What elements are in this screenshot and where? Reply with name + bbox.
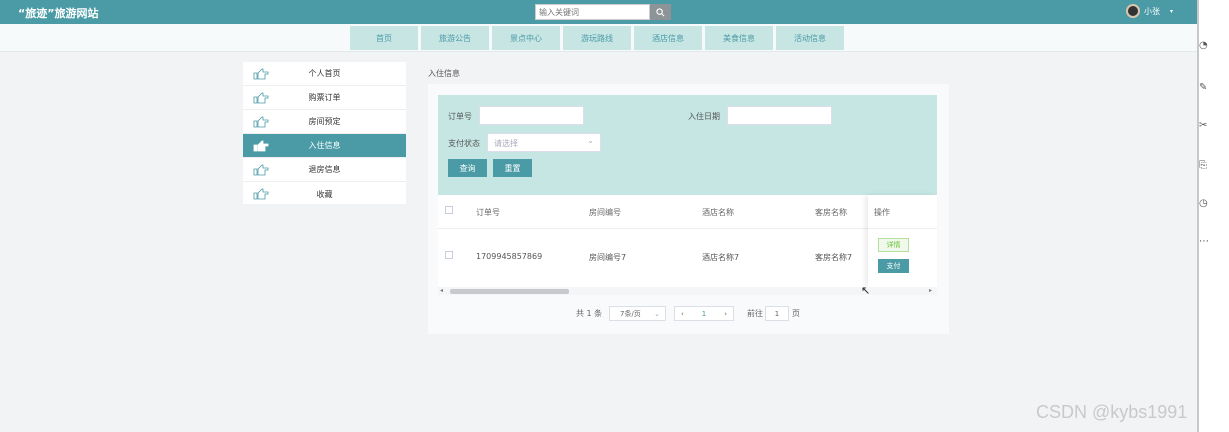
- column-header-order: 订单号: [476, 208, 500, 217]
- goto-label: 前往: [747, 309, 763, 318]
- sidebar-item-label: 收藏: [316, 189, 333, 199]
- nav-item-events[interactable]: 活动信息: [776, 26, 844, 50]
- breadcrumb: 入住信息: [428, 69, 460, 78]
- query-button[interactable]: 查询: [448, 159, 487, 177]
- sidebar-item-checkout-info[interactable]: 退房信息: [243, 158, 406, 182]
- nav-item-announcements[interactable]: 旅游公告: [421, 26, 489, 50]
- cell-hotel-name: 酒店名称7: [702, 253, 740, 262]
- operation-column: 操作 详情 支付: [868, 195, 937, 287]
- column-header-hotel: 酒店名称: [702, 208, 734, 217]
- nav-item-home[interactable]: 首页: [350, 26, 418, 50]
- divider: [868, 228, 937, 229]
- sidebar-item-ticket-orders[interactable]: 购票订单: [243, 86, 406, 110]
- order-no-input[interactable]: [479, 106, 584, 125]
- nav-item-food[interactable]: 美食信息: [705, 26, 773, 50]
- column-header-operation: 操作: [874, 208, 890, 217]
- search-button[interactable]: [650, 4, 671, 20]
- pay-status-label: 支付状态: [448, 139, 480, 148]
- search-input[interactable]: [535, 4, 650, 20]
- detail-button[interactable]: 详情: [878, 238, 909, 252]
- cell-order-no: 1709945857869: [476, 252, 543, 261]
- pay-status-placeholder: 请选择: [494, 139, 518, 148]
- nav-item-hotels[interactable]: 酒店信息: [634, 26, 702, 50]
- main-nav: 首页 旅游公告 景点中心 游玩路线 酒店信息 美食信息 活动信息: [0, 24, 1197, 52]
- column-header-room-no: 房间编号: [589, 208, 621, 217]
- next-page-icon[interactable]: ›: [724, 310, 727, 318]
- content-panel: 订单号 入住日期 支付状态 请选择 ⌄ 查询 重置 订单号 房间编号 酒店名称 …: [428, 84, 949, 334]
- pay-status-select[interactable]: 请选择 ⌄: [487, 133, 601, 152]
- page-size-value: 7条/页: [620, 309, 641, 318]
- sidebar-item-favorites[interactable]: 收藏: [243, 182, 406, 206]
- column-header-room-name: 客房名称: [815, 208, 847, 217]
- browser-side-toolbar: [1197, 0, 1229, 432]
- search-icon: [656, 7, 665, 16]
- more-icon[interactable]: ⋯: [1199, 236, 1209, 247]
- total-count: 共 1 条: [576, 309, 603, 318]
- checkin-table: 订单号 房间编号 酒店名称 客房名称 1709945857869 房间编号7 酒…: [438, 195, 937, 295]
- scroll-right-icon[interactable]: ▸: [929, 287, 932, 294]
- clipboard-icon[interactable]: ⎘: [1199, 160, 1207, 171]
- chevron-down-icon: ⌄: [654, 309, 660, 318]
- scrollbar-thumb[interactable]: [450, 289, 569, 294]
- page-unit-label: 页: [792, 309, 800, 318]
- prev-page-icon[interactable]: ‹: [681, 310, 684, 318]
- scroll-left-icon[interactable]: ◂: [440, 287, 443, 294]
- filter-form: 订单号 入住日期 支付状态 请选择 ⌄ 查询 重置: [438, 95, 937, 195]
- cell-room-no: 房间编号7: [589, 253, 627, 262]
- site-logo[interactable]: “旅迹”旅游网站: [18, 5, 98, 21]
- watermark: CSDN @kybs1991: [1036, 402, 1188, 422]
- checkin-date-label: 入住日期: [688, 112, 720, 121]
- divider: [438, 228, 937, 229]
- current-page[interactable]: 1: [702, 310, 706, 318]
- row-checkbox[interactable]: [445, 251, 453, 259]
- scissors-icon[interactable]: ✂: [1199, 120, 1207, 131]
- edit-icon[interactable]: ✎: [1199, 82, 1207, 93]
- sidebar-item-label: 入住信息: [308, 141, 341, 150]
- page-size-select[interactable]: 7条/页 ⌄: [609, 306, 666, 321]
- order-no-label: 订单号: [448, 112, 472, 121]
- goto-page-input[interactable]: 1: [765, 306, 789, 321]
- user-name: 小张: [1144, 6, 1160, 16]
- chevron-down-icon: ⌄: [587, 136, 594, 145]
- checkin-date-input[interactable]: [727, 106, 832, 125]
- history-icon[interactable]: ◷: [1199, 198, 1208, 209]
- app-page: “旅迹”旅游网站 小张 ▾ 首页 旅游公告 景点中心 游玩路线 酒店信息 美食信…: [0, 0, 1197, 432]
- avatar[interactable]: [1126, 4, 1140, 18]
- mouse-cursor-icon: ↖: [861, 284, 871, 297]
- top-header: “旅迹”旅游网站 小张 ▾: [0, 0, 1197, 24]
- sidebar: 个人首页 购票订单 房间预定 入住信息 退房信息 收藏: [243, 62, 406, 204]
- sidebar-item-label: 购票订单: [308, 93, 341, 102]
- user-menu[interactable]: 小张 ▾: [1126, 4, 1173, 18]
- nav-item-attractions[interactable]: 景点中心: [492, 26, 560, 50]
- sidebar-item-label: 个人首页: [308, 69, 341, 78]
- chevron-down-icon[interactable]: ▾: [1170, 8, 1173, 15]
- sidebar-item-checkin-info[interactable]: 入住信息: [243, 134, 406, 158]
- pay-button[interactable]: 支付: [878, 259, 909, 273]
- cell-room-name: 客房名称7: [815, 253, 853, 262]
- bookmark-icon[interactable]: ◔: [1199, 40, 1208, 51]
- pager-control: ‹ 1 ›: [674, 306, 734, 321]
- sidebar-item-profile[interactable]: 个人首页: [243, 62, 406, 86]
- sidebar-item-label: 退房信息: [308, 165, 341, 174]
- nav-item-routes[interactable]: 游玩路线: [563, 26, 631, 50]
- reset-button[interactable]: 重置: [493, 159, 532, 177]
- sidebar-item-room-booking[interactable]: 房间预定: [243, 110, 406, 134]
- select-all-checkbox[interactable]: [445, 206, 453, 214]
- sidebar-item-label: 房间预定: [308, 117, 341, 126]
